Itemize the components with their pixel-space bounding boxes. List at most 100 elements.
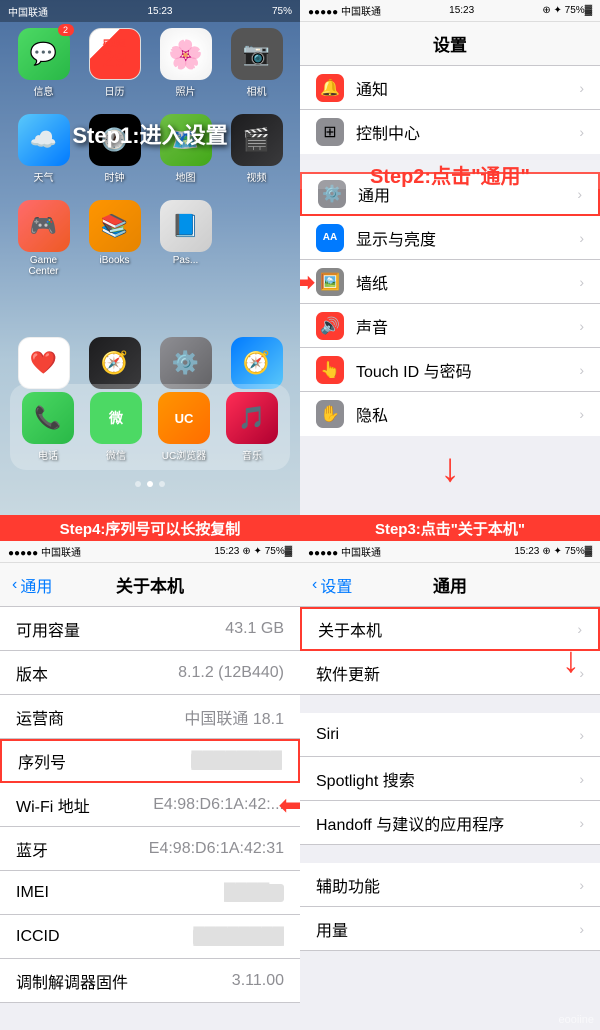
usage-chevron: › <box>579 921 584 937</box>
weather-label: 天气 <box>34 169 54 184</box>
q2-nav-title: 设置 <box>433 31 467 56</box>
q4-time: 15:23 <box>514 546 539 557</box>
calendar-label: 日历 <box>105 83 125 98</box>
videos-label: 视频 <box>247 169 267 184</box>
control-icon: ⊞ <box>316 118 344 146</box>
down-arrow-container: ↓ <box>300 446 600 491</box>
carrier-label: 运营商 <box>16 705 184 729</box>
settings-row-display[interactable]: AA 显示与亮度 › <box>300 216 600 260</box>
app-camera[interactable]: 📷 相机 <box>227 28 287 98</box>
q3-icons: ⊕ ✦ 75%▓ <box>242 546 292 557</box>
settings-row-privacy[interactable]: ✋ 隐私 › <box>300 392 600 436</box>
general-row-about[interactable]: 关于本机 › <box>300 607 600 651</box>
ibooks-icon: 📚 <box>89 200 141 252</box>
q1-carrier: 中国联通 <box>8 4 48 19</box>
dock-music[interactable]: 🎵 音乐 <box>222 392 282 462</box>
gamecenter-label: Game Center <box>14 255 74 277</box>
app-gamecenter[interactable]: 🎮 Game Center <box>14 200 74 277</box>
app-calendar[interactable]: 星期四 29 日历 <box>85 28 145 98</box>
q3-back-button[interactable]: ‹ 通用 <box>12 573 52 597</box>
q3-nav: ‹ 通用 关于本机 <box>0 563 300 607</box>
general-row-siri[interactable]: Siri › <box>300 713 600 757</box>
q1-battery: 75% <box>272 6 292 17</box>
about-row-serial[interactable]: 序列号 ████████ <box>0 739 300 783</box>
display-chevron: › <box>579 230 584 246</box>
settings-list: 🔔 通知 › ⊞ 控制中心 › ⚙️ 通用 › AA <box>300 66 600 515</box>
app-messages[interactable]: 💬2 信息 <box>14 28 74 98</box>
general-row-update[interactable]: 软件更新 › <box>300 651 600 695</box>
q3-time: 15:23 <box>214 546 239 557</box>
settings-row-sound[interactable]: 🔊 声音 › <box>300 304 600 348</box>
watermark: eooiine <box>559 1014 594 1026</box>
settings-row-wallpaper[interactable]: ➡ 🖼️ 墙纸 › <box>300 260 600 304</box>
settings-row-notifications[interactable]: 🔔 通知 › <box>300 66 600 110</box>
settings-row-control[interactable]: ⊞ 控制中心 › <box>300 110 600 154</box>
wechat-icon: 微 <box>90 392 142 444</box>
q2-carrier: ●●●●● 中国联通 <box>308 3 381 18</box>
update-label: 软件更新 <box>316 661 579 685</box>
serial-label: 序列号 <box>18 749 191 773</box>
camera-label: 相机 <box>247 83 267 98</box>
version-label: 版本 <box>16 661 178 685</box>
about-row-capacity: 可用容量 43.1 GB <box>0 607 300 651</box>
wallpaper-chevron: › <box>579 274 584 290</box>
q2-nav: 设置 <box>300 22 600 66</box>
about-row-modem: 调制解调器固件 3.11.00 <box>0 959 300 1003</box>
camera-icon: 📷 <box>231 28 283 80</box>
about-chevron: › <box>577 621 582 637</box>
step2-label: Step2:点击"通用" <box>300 160 600 189</box>
sound-label: 声音 <box>356 314 579 338</box>
general-row-accessibility[interactable]: 辅助功能 › <box>300 863 600 907</box>
general-row-handoff[interactable]: Handoff 与建议的应用程序 › <box>300 801 600 845</box>
handoff-label: Handoff 与建议的应用程序 <box>316 811 579 835</box>
app-ibooks[interactable]: 📚 iBooks <box>85 200 145 277</box>
q3-back-label: 通用 <box>20 573 52 597</box>
dock-uc[interactable]: UC UC浏览器 <box>154 392 214 462</box>
down-arrow-to-about: ↓ <box>562 639 580 681</box>
general-row-spotlight[interactable]: Spotlight 搜索 › <box>300 757 600 801</box>
clock-label: 时钟 <box>105 169 125 184</box>
q3-back-chevron: ‹ <box>12 576 17 594</box>
q1-status-bar: 中国联通 15:23 75% <box>0 0 300 22</box>
sound-chevron: › <box>579 318 584 334</box>
settings-row-touchid[interactable]: 👆 Touch ID 与密码 › <box>300 348 600 392</box>
general-row-usage[interactable]: 用量 › <box>300 907 600 951</box>
version-value: 8.1.2 (12B440) <box>178 664 284 682</box>
step3-banner: Step3:点击"关于本机" <box>300 515 600 541</box>
app-photos[interactable]: 🌸 照片 <box>156 28 216 98</box>
about-row-label: 关于本机 <box>318 617 577 641</box>
down-arrow: ↓ <box>440 446 460 491</box>
about-list: 可用容量 43.1 GB 版本 8.1.2 (12B440) 运营商 中国联通 … <box>0 607 300 1030</box>
about-screen: Step4:序列号可以长按复制 ●●●●● 中国联通 15:23 ⊕ ✦ 75%… <box>0 515 300 1030</box>
notifications-chevron: › <box>579 80 584 96</box>
safari-icon: 🧭 <box>231 337 283 389</box>
compass-icon: 🧭 <box>89 337 141 389</box>
app-pas[interactable]: 📘 Pas... <box>156 200 216 277</box>
page-dot-3 <box>159 481 165 487</box>
display-label: 显示与亮度 <box>356 226 579 250</box>
dock-wechat[interactable]: 微 微信 <box>86 392 146 462</box>
page-dot-1 <box>135 481 141 487</box>
wallpaper-icon: 🖼️ <box>316 268 344 296</box>
q2-icons: ⊕ ✦ 75%▓ <box>542 5 592 16</box>
notifications-label: 通知 <box>356 76 579 100</box>
app-grid: 💬2 信息 星期四 29 日历 🌸 照片 📷 <box>8 28 292 423</box>
notifications-icon: 🔔 <box>316 74 344 102</box>
bluetooth-value: E4:98:D6:1A:42:31 <box>149 840 284 858</box>
wifi-label: Wi-Fi 地址 <box>16 793 153 817</box>
serial-value: ████████ <box>191 752 282 770</box>
iccid-label: ICCID <box>16 928 193 946</box>
settings-section-2: ⚙️ 通用 › AA 显示与亮度 › ➡ 🖼️ 墙纸 › 🔊 <box>300 172 600 436</box>
app-row-extra: 🎮 Game Center 📚 iBooks 📘 Pas... <box>8 200 292 277</box>
dock-row: 📞 电话 微 微信 UC UC浏览器 🎵 音乐 <box>14 392 286 462</box>
sound-icon: 🔊 <box>316 312 344 340</box>
wechat-label: 微信 <box>106 447 126 462</box>
blank-icon <box>231 200 283 252</box>
usage-label: 用量 <box>316 917 579 941</box>
uc-label: UC浏览器 <box>162 447 206 462</box>
control-label: 控制中心 <box>356 120 579 144</box>
q3-carrier: ●●●●● 中国联通 <box>8 544 81 559</box>
q4-back-button[interactable]: ‹ 设置 <box>312 573 352 597</box>
dock-phone[interactable]: 📞 电话 <box>18 392 78 462</box>
modem-value: 3.11.00 <box>232 972 284 990</box>
